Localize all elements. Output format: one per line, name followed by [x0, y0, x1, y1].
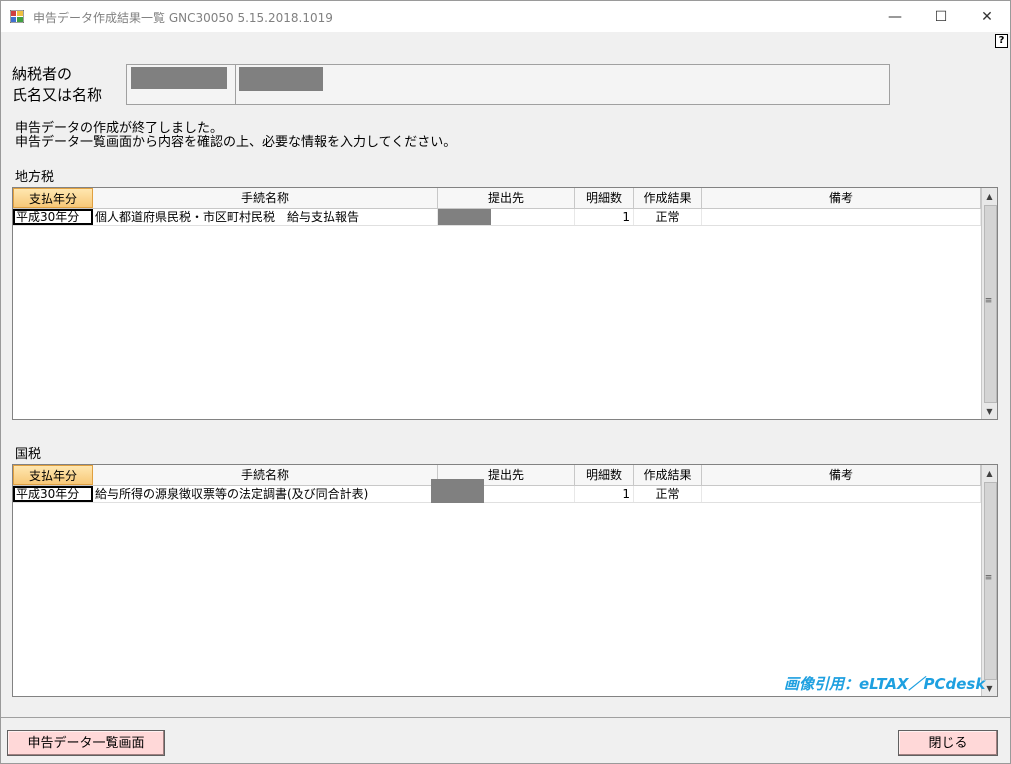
- close-icon: ✕: [981, 8, 993, 25]
- scroll-down-button[interactable]: ▼: [982, 403, 997, 419]
- grip-icon: ≡: [984, 573, 993, 583]
- watermark-credit: 画像引用：eLTAX／PCdesk: [784, 675, 986, 693]
- grid-header: 支払年分 手続名称 提出先 明細数 作成結果 備考: [13, 465, 981, 486]
- close-window-button[interactable]: ✕: [964, 1, 1010, 32]
- cell-remarks[interactable]: [702, 486, 981, 502]
- cell-result[interactable]: 正常: [634, 486, 702, 502]
- col-header-count[interactable]: 明細数: [575, 188, 634, 208]
- maximize-icon: ☐: [934, 8, 948, 25]
- arrow-down-icon: ▼: [986, 406, 993, 416]
- scroll-up-button[interactable]: ▲: [982, 465, 997, 481]
- cell-result[interactable]: 正常: [634, 209, 702, 225]
- national-tax-grid[interactable]: 支払年分 手続名称 提出先 明細数 作成結果 備考 平成30年分 給与所得の源泉…: [12, 464, 998, 697]
- redacted-destination: [438, 209, 491, 225]
- completion-message: 申告データの作成が終了しました。 申告データ一覧画面から内容を確認の上、必要な情…: [15, 122, 456, 150]
- bottom-divider: [1, 717, 1010, 718]
- grid-header: 支払年分 手続名称 提出先 明細数 作成結果 備考: [13, 188, 981, 209]
- redacted-destination: [431, 479, 484, 503]
- scroll-up-button[interactable]: ▲: [982, 188, 997, 204]
- cell-count[interactable]: 1: [575, 209, 634, 225]
- cell-year[interactable]: 平成30年分: [13, 209, 93, 225]
- help-icon[interactable]: ?: [995, 34, 1008, 48]
- message-line-2: 申告データ一覧画面から内容を確認の上、必要な情報を入力してください。: [15, 135, 457, 150]
- col-header-result[interactable]: 作成結果: [634, 465, 702, 485]
- taxpayer-name-label: 納税者の 氏名又は名称: [12, 65, 103, 104]
- arrow-down-icon: ▼: [986, 683, 993, 693]
- vertical-scrollbar[interactable]: ▲ ≡ ▼: [981, 188, 997, 419]
- list-screen-button[interactable]: 申告データ一覧画面: [7, 730, 165, 756]
- name-divider: [235, 65, 236, 104]
- redacted-given-name: [239, 67, 323, 91]
- cell-count[interactable]: 1: [575, 486, 634, 502]
- cell-year[interactable]: 平成30年分: [13, 486, 93, 502]
- redacted-surname: [131, 67, 227, 89]
- window-title: 申告データ作成結果一覧 GNC30050 5.15.2018.1019: [33, 11, 333, 25]
- arrow-up-icon: ▲: [986, 191, 993, 201]
- cell-procedure[interactable]: 給与所得の源泉徴収票等の法定調書(及び同合計表): [93, 486, 438, 502]
- cell-procedure[interactable]: 個人都道府県民税・市区町村民税 給与支払報告: [93, 209, 438, 225]
- minimize-button[interactable]: —: [872, 1, 918, 32]
- cell-destination[interactable]: [438, 209, 575, 225]
- col-header-remarks[interactable]: 備考: [702, 465, 981, 485]
- taxpayer-name-field: [126, 64, 890, 105]
- main-window: 申告データ作成結果一覧 GNC30050 5.15.2018.1019 — ☐ …: [0, 0, 1011, 764]
- national-tax-label: 国税: [15, 447, 42, 462]
- message-line-1: 申告データの作成が終了しました。: [15, 121, 224, 136]
- close-button[interactable]: 閉じる: [898, 730, 998, 756]
- app-icon: [10, 10, 24, 23]
- local-tax-label: 地方税: [15, 170, 55, 185]
- grip-icon: ≡: [984, 296, 993, 306]
- local-tax-grid[interactable]: 支払年分 手続名称 提出先 明細数 作成結果 備考 平成30年分 個人都道府県民…: [12, 187, 998, 420]
- col-header-year[interactable]: 支払年分: [13, 188, 93, 208]
- col-header-procedure[interactable]: 手続名称: [93, 465, 438, 485]
- arrow-up-icon: ▲: [986, 468, 993, 478]
- maximize-button[interactable]: ☐: [918, 1, 964, 32]
- col-header-year[interactable]: 支払年分: [13, 465, 93, 485]
- col-header-count[interactable]: 明細数: [575, 465, 634, 485]
- minimize-icon: —: [888, 8, 902, 25]
- col-header-result[interactable]: 作成結果: [634, 188, 702, 208]
- table-row[interactable]: 平成30年分 個人都道府県民税・市区町村民税 給与支払報告 1 正常: [13, 209, 981, 226]
- title-bar: 申告データ作成結果一覧 GNC30050 5.15.2018.1019 — ☐ …: [1, 1, 1010, 32]
- table-row[interactable]: 平成30年分 給与所得の源泉徴収票等の法定調書(及び同合計表) 1 正常: [13, 486, 981, 503]
- col-header-destination[interactable]: 提出先: [438, 188, 575, 208]
- col-header-remarks[interactable]: 備考: [702, 188, 981, 208]
- cell-remarks[interactable]: [702, 209, 981, 225]
- vertical-scrollbar[interactable]: ▲ ≡ ▼: [981, 465, 997, 696]
- col-header-procedure[interactable]: 手続名称: [93, 188, 438, 208]
